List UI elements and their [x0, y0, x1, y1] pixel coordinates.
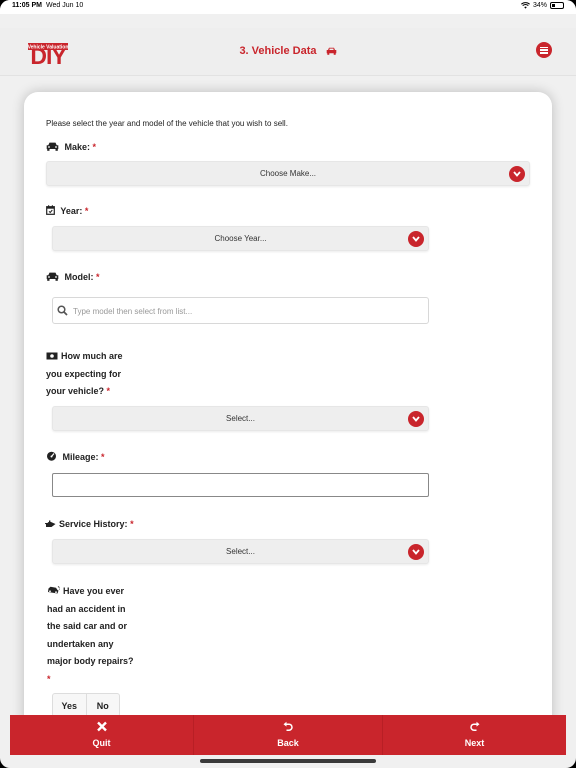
accident-text-4: undertaken any — [47, 638, 114, 649]
quit-button[interactable]: Quit — [10, 715, 193, 755]
required-mark: * — [106, 386, 111, 396]
make-label: Make: * — [46, 139, 96, 157]
expected-price-select[interactable]: Select... — [52, 406, 429, 431]
model-label-text: Model: — [64, 272, 94, 282]
accident-text-3: the said car and or — [47, 621, 128, 631]
expected-price-select-value: Select... — [226, 414, 255, 423]
status-date: Wed Jun 10 — [46, 2, 84, 9]
oil-can-icon — [45, 520, 56, 527]
make-select-value: Choose Make... — [259, 169, 317, 178]
required-mark: * — [101, 452, 105, 462]
mileage-label: Mileage: * — [46, 449, 105, 467]
close-icon — [96, 721, 107, 732]
gauge-icon — [47, 451, 56, 461]
accident-text-2: had an accident in — [47, 603, 126, 614]
required-mark: * — [96, 272, 100, 282]
car-front-icon — [46, 272, 59, 281]
page-title: 3. Vehicle Data — [0, 45, 576, 57]
service-history-label: Service History: * — [44, 516, 134, 534]
required-mark: * — [130, 519, 134, 529]
expected-price-text-3: your vehicle? — [46, 386, 105, 396]
page-title-text: 3. Vehicle Data — [239, 45, 317, 57]
mileage-field — [52, 473, 429, 497]
make-select[interactable]: Choose Make... — [46, 161, 530, 186]
menu-icon-bar — [540, 49, 548, 51]
calendar-icon — [46, 205, 55, 215]
accident-no-button[interactable]: No — [85, 694, 120, 716]
menu-icon-bar — [540, 52, 548, 54]
service-history-label-text: Service History: — [59, 519, 128, 529]
footer-bar: Quit Back Next — [10, 715, 566, 755]
car-front-icon — [46, 142, 59, 151]
app-header: DIY Vehicle Valuation 3. Vehicle Data — [0, 28, 576, 76]
required-mark: * — [92, 142, 97, 152]
expected-price-line-1: How much are — [46, 348, 123, 366]
model-search-input[interactable] — [73, 302, 403, 320]
accident-text-1: Have you ever — [63, 586, 125, 596]
back-button[interactable]: Back — [194, 715, 382, 755]
chevron-down-icon — [408, 411, 424, 427]
expected-price-label: How much are you expecting for your vehi… — [46, 348, 123, 401]
menu-icon-bar — [540, 46, 548, 48]
make-label-text: Make: — [64, 142, 91, 152]
service-history-select[interactable]: Select... — [52, 539, 429, 564]
model-label: Model: * — [46, 269, 100, 287]
required-mark: * — [84, 206, 89, 216]
required-mark: * — [47, 673, 51, 684]
year-select-value: Choose Year... — [214, 234, 267, 243]
mileage-input[interactable] — [53, 474, 428, 496]
year-label: Year: * — [46, 203, 88, 221]
wifi-icon — [521, 2, 530, 9]
battery-percent: 34% — [532, 2, 547, 9]
accident-yes-button[interactable]: Yes — [53, 694, 86, 716]
back-button-label: Back — [277, 738, 299, 748]
form-intro: Please select the year and model of the … — [46, 119, 288, 128]
model-search-field — [52, 297, 429, 324]
redo-icon — [469, 721, 479, 731]
undo-icon — [283, 721, 293, 731]
mileage-label-text: Mileage: — [62, 452, 99, 462]
service-history-select-value: Select... — [226, 547, 255, 556]
battery-icon — [550, 2, 564, 9]
chevron-down-icon — [408, 544, 424, 560]
expected-price-line-3: your vehicle? * — [46, 383, 123, 401]
accident-text-5: major body repairs? — [47, 656, 134, 666]
money-icon — [46, 352, 58, 360]
accident-line-1: Have you ever — [47, 583, 134, 601]
menu-button[interactable] — [536, 42, 552, 58]
status-time: 11:05 PM — [12, 2, 42, 9]
search-icon — [57, 305, 68, 316]
expected-price-text-2: you expecting for — [46, 368, 122, 379]
next-button[interactable]: Next — [383, 715, 566, 755]
next-button-label: Next — [464, 738, 485, 748]
status-bar: 11:05 PM Wed Jun 10 34% — [0, 0, 576, 14]
accident-label: Have you ever had an accident in the sai… — [47, 583, 134, 688]
expected-price-text-1: How much are — [61, 351, 123, 361]
car-icon — [326, 47, 336, 55]
status-indicators: 34% — [521, 2, 564, 9]
chevron-down-icon — [509, 166, 525, 182]
chevron-down-icon — [408, 231, 424, 247]
quit-button-label: Quit — [92, 738, 111, 748]
home-indicator[interactable] — [200, 759, 376, 763]
accident-yes-no-toggle: Yes No — [52, 693, 120, 717]
app-screen: 11:05 PM Wed Jun 10 34% DIY Vehicle Valu… — [0, 0, 576, 768]
year-label-text: Year: — [60, 206, 83, 216]
car-crash-icon — [48, 586, 60, 594]
year-select[interactable]: Choose Year... — [52, 226, 429, 251]
